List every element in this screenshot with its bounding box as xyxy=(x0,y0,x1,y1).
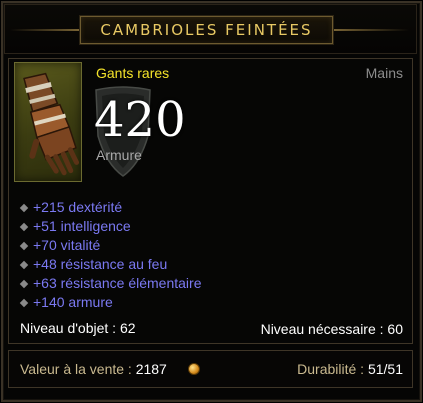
diamond-bullet-icon xyxy=(19,203,29,213)
durability: Durabilité : 51/51 xyxy=(297,361,403,377)
affix-text: +215 dextérité xyxy=(33,199,123,215)
affix-item: +63 résistance élémentaire xyxy=(19,274,202,293)
affix-text: +140 armure xyxy=(33,294,113,310)
sell-label: Valeur à la vente : xyxy=(20,361,136,377)
diamond-bullet-icon xyxy=(19,279,29,289)
diamond-bullet-icon xyxy=(19,298,29,308)
required-level: Niveau nécessaire : 60 xyxy=(260,321,403,337)
affix-text: +70 vitalité xyxy=(33,237,101,253)
affix-item: +140 armure xyxy=(19,293,202,312)
affix-item: +51 intelligence xyxy=(19,217,202,236)
affix-text: +51 intelligence xyxy=(33,218,131,234)
durability-label: Durabilité : xyxy=(297,361,368,377)
glove-icon xyxy=(23,72,80,176)
item-slot: Mains xyxy=(365,65,403,81)
diamond-bullet-icon xyxy=(19,260,29,270)
affix-item: +48 résistance au feu xyxy=(19,255,202,274)
diamond-bullet-icon xyxy=(19,222,29,232)
sell-amount: 2187 xyxy=(135,361,167,377)
affix-item: +70 vitalité xyxy=(19,236,202,255)
title-ornament-right xyxy=(333,29,409,31)
armor-value: 420 xyxy=(94,92,186,148)
item-level: Niveau d'objet : 62 xyxy=(20,320,136,336)
gold-coin-icon xyxy=(188,363,200,375)
item-icon-frame xyxy=(14,62,82,182)
durability-value: 51/51 xyxy=(367,361,403,377)
affix-list: +215 dextérité +51 intelligence +70 vita… xyxy=(19,198,202,312)
item-name: CAMBRIOLES FEINTÉES xyxy=(100,21,313,39)
sell-value: Valeur à la vente : 2187 xyxy=(20,361,167,377)
diamond-bullet-icon xyxy=(19,241,29,251)
affix-item: +215 dextérité xyxy=(19,198,202,217)
item-type: Gants rares xyxy=(96,65,170,81)
affix-text: +63 résistance élémentaire xyxy=(33,275,202,291)
armor-label: Armure xyxy=(96,147,142,163)
title-ornament-left xyxy=(10,29,80,31)
affix-text: +48 résistance au feu xyxy=(33,256,168,272)
